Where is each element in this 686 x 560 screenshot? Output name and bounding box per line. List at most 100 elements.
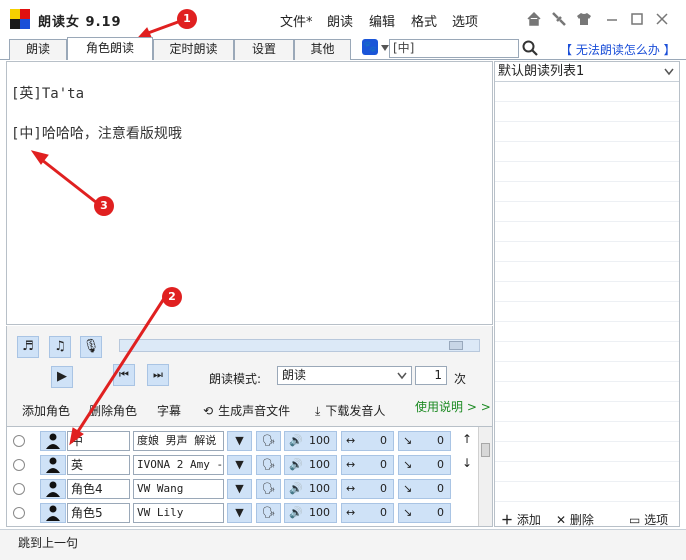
home-icon[interactable] (524, 11, 544, 27)
tab-timed-read[interactable]: 定时朗读 (153, 39, 234, 60)
menu-file[interactable]: 文件* (280, 11, 313, 30)
speaker-person-icon[interactable]: 🗣 (256, 455, 281, 475)
delete-role-button[interactable]: 删除角色 (89, 402, 137, 419)
refresh-icon: ⟲ (203, 404, 214, 418)
microphone-icon[interactable]: 🎙 (80, 336, 102, 358)
pitch-control[interactable]: ↘ 0 (398, 431, 451, 451)
role-table-scrollbar[interactable] (478, 427, 492, 526)
role-name-field[interactable]: 角色4 (67, 479, 130, 499)
text-editor[interactable]: [英]Ta'ta [中]哈哈哈，注意看版规哦 (6, 61, 493, 325)
role-name-field[interactable]: 中 (67, 431, 130, 451)
role-voice-select[interactable]: VW Wang (133, 479, 224, 499)
role-radio[interactable] (13, 435, 25, 447)
speed-icon: ↔ (346, 482, 356, 495)
status-text: 跳到上一句 (18, 536, 79, 550)
scrollbar-thumb[interactable] (449, 341, 463, 350)
mode-select[interactable]: 朗读 (277, 366, 412, 385)
speaker-person-icon[interactable]: 🗣 (256, 503, 281, 523)
document-music-icon[interactable]: ♬ (17, 336, 39, 358)
play-icon[interactable]: ▶ (51, 366, 73, 388)
role-radio[interactable] (13, 459, 25, 471)
role-voice-select[interactable]: 度娘 男声 解说 (133, 431, 224, 451)
usage-link[interactable]: 使用说明 > > (415, 398, 491, 415)
role-voice-select[interactable]: IVONA 2 Amy - (133, 455, 224, 475)
menu-format[interactable]: 格式 (411, 11, 437, 30)
role-radio[interactable] (13, 483, 25, 495)
minimize-icon[interactable] (602, 11, 622, 27)
help-link[interactable]: 【 无法朗读怎么办 】 (560, 41, 676, 58)
speed-icon: ↔ (346, 458, 356, 471)
generate-audio-label: 生成声音文件 (218, 404, 291, 418)
skip-next-icon[interactable]: ⏭ (147, 364, 169, 386)
speed-value: 0 (380, 482, 387, 495)
tab-role-read[interactable]: 角色朗读 (67, 37, 153, 60)
list-options-button[interactable]: ▭ 选项 (629, 511, 668, 528)
pitch-control[interactable]: ↘ 0 (398, 479, 451, 499)
subtitle-button[interactable]: 字幕 (157, 402, 181, 419)
voice-dropdown-icon[interactable]: ▼ (227, 455, 252, 475)
volume-control[interactable]: 🔊 100 (284, 455, 337, 475)
mode-value: 朗读 (282, 368, 307, 382)
satellite-icon[interactable] (549, 11, 569, 27)
status-bar: 跳到上一句 (0, 529, 686, 560)
pitch-value: 0 (437, 434, 444, 447)
volume-control[interactable]: 🔊 100 (284, 479, 337, 499)
role-name-field[interactable]: 角色5 (67, 503, 130, 523)
voice-dropdown-icon[interactable]: ▼ (227, 479, 252, 499)
pitch-icon: ↘ (403, 458, 413, 471)
search-icon[interactable] (521, 39, 539, 57)
app-logo-icon (10, 9, 30, 29)
volume-icon: 🔊 (289, 458, 303, 471)
volume-value: 100 (309, 434, 330, 447)
role-radio[interactable] (13, 507, 25, 519)
read-list-panel: 默认朗读列表1 ＋ 添加 ✕ 删除 ▭ 选项 (494, 61, 680, 527)
read-list-rows[interactable] (495, 82, 679, 502)
x-icon: ✕ (556, 513, 567, 527)
chevron-down-icon (397, 372, 407, 380)
maximize-icon[interactable] (627, 11, 647, 27)
move-up-icon[interactable]: ↑ (462, 432, 472, 446)
tab-other[interactable]: 其他 (294, 39, 351, 60)
delete-list-button[interactable]: ✕ 删除 (556, 511, 594, 528)
search-input[interactable]: [中] (389, 39, 519, 58)
progress-scrollbar[interactable] (119, 339, 480, 352)
voice-dropdown-icon[interactable]: ▼ (227, 503, 252, 523)
repeat-count-input[interactable]: 1 (415, 366, 447, 385)
speaker-person-icon[interactable]: 🗣 (256, 431, 281, 451)
speed-control[interactable]: ↔ 0 (341, 503, 394, 523)
menu-options[interactable]: 选项 (452, 11, 478, 30)
person-icon[interactable] (40, 455, 66, 475)
voice-dropdown-icon[interactable]: ▼ (227, 431, 252, 451)
shirt-icon[interactable] (574, 11, 594, 27)
download-speaker-button[interactable]: ⤓ 下载发音人 (315, 402, 385, 419)
person-icon[interactable] (40, 479, 66, 499)
speed-control[interactable]: ↔ 0 (341, 455, 394, 475)
role-voice-select[interactable]: VW Lily (133, 503, 224, 523)
pitch-control[interactable]: ↘ 0 (398, 455, 451, 475)
read-list-select[interactable]: 默认朗读列表1 (495, 62, 679, 82)
volume-control[interactable]: 🔊 100 (284, 503, 337, 523)
speed-control[interactable]: ↔ 0 (341, 431, 394, 451)
menu-edit[interactable]: 编辑 (369, 11, 395, 30)
tab-settings[interactable]: 设置 (234, 39, 294, 60)
music-note-icon[interactable]: ♫ (49, 336, 71, 358)
person-icon[interactable] (40, 431, 66, 451)
tab-read[interactable]: 朗读 (9, 39, 67, 60)
volume-control[interactable]: 🔊 100 (284, 431, 337, 451)
person-icon[interactable] (40, 503, 66, 523)
menu-read[interactable]: 朗读 (327, 11, 353, 30)
search-engine-dropdown-icon[interactable] (381, 45, 389, 51)
generate-audio-button[interactable]: ⟲ 生成声音文件 (203, 402, 290, 419)
speaker-person-icon[interactable]: 🗣 (256, 479, 281, 499)
add-list-button[interactable]: ＋ 添加 (501, 511, 541, 528)
baidu-paw-icon[interactable]: 🐾 (362, 39, 378, 55)
close-icon[interactable] (652, 11, 672, 27)
move-down-icon[interactable]: ↓ (462, 456, 472, 470)
pitch-control[interactable]: ↘ 0 (398, 503, 451, 523)
add-role-button[interactable]: 添加角色 (22, 402, 70, 419)
skip-previous-icon[interactable]: ⏮ (113, 364, 135, 386)
scrollbar-thumb[interactable] (481, 443, 490, 457)
role-name-field[interactable]: 英 (67, 455, 130, 475)
speed-control[interactable]: ↔ 0 (341, 479, 394, 499)
text-line: [英]Ta'ta (11, 86, 85, 102)
